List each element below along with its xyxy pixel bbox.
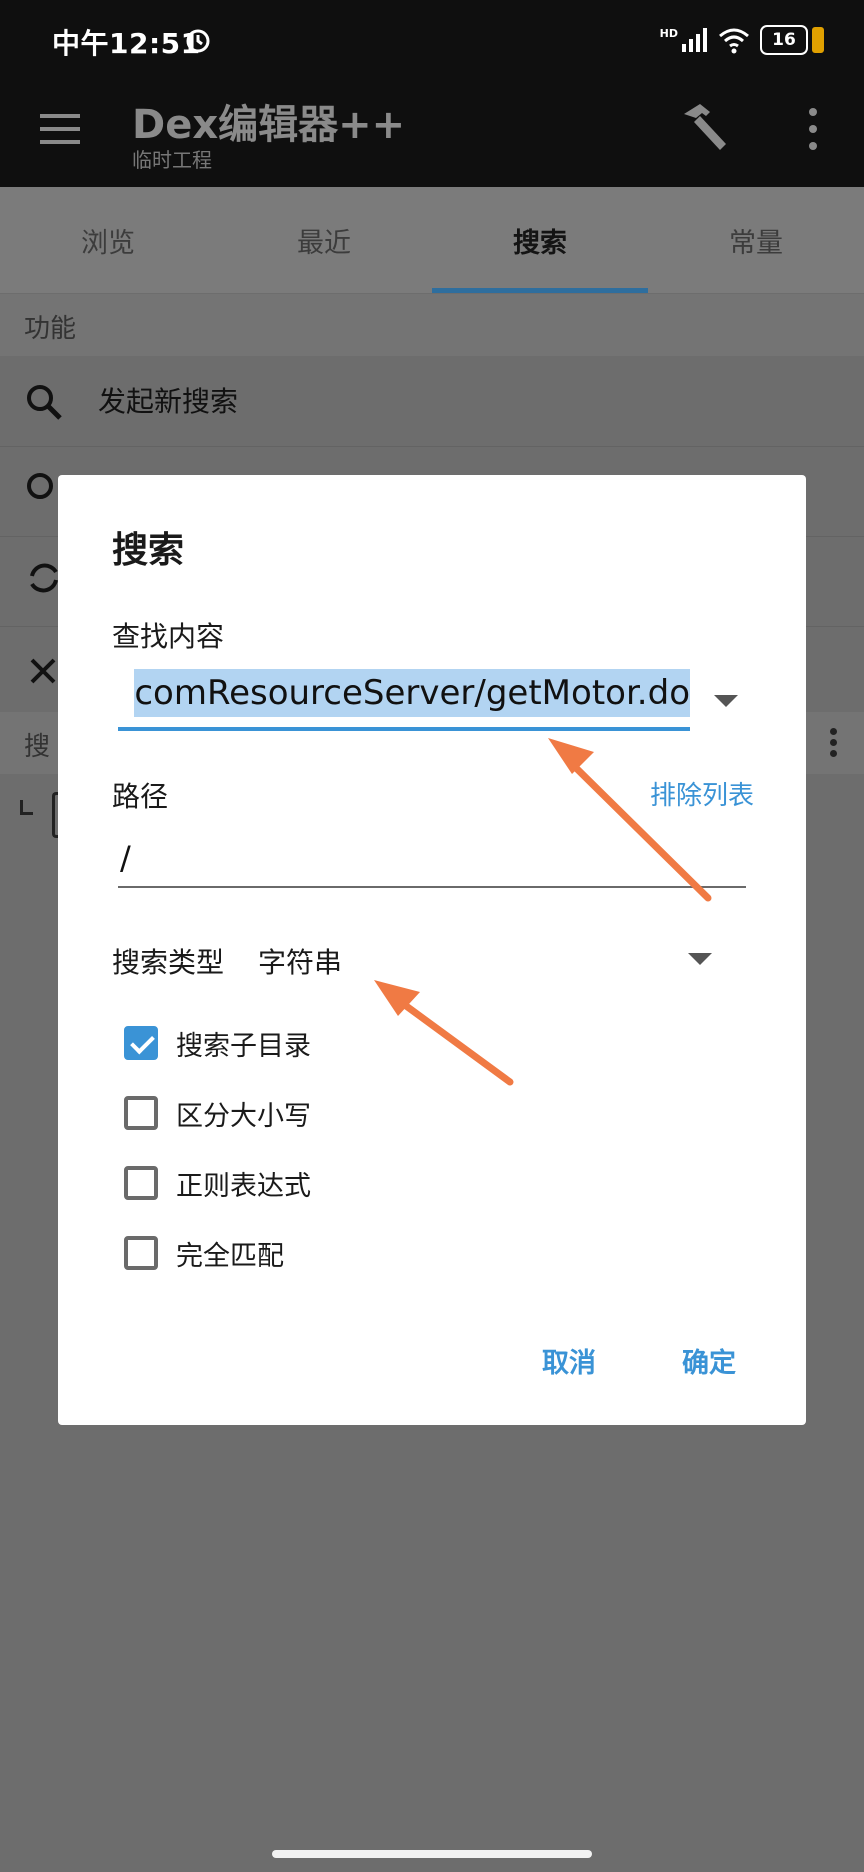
tree-expander-icon [20,800,33,815]
exclude-list-link[interactable]: 排除列表 [650,775,754,812]
hd-label: HD [659,26,678,40]
section-label: 功能 [24,314,77,344]
find-content-underline [118,727,690,731]
cancel-button[interactable]: 取消 [542,1341,596,1380]
option-regex-label: 正则表达式 [176,1170,311,1202]
ok-button[interactable]: 确定 [682,1341,736,1380]
app-bar: Dex编辑器++ 临时工程 [0,80,864,187]
find-content-label: 查找内容 [112,620,225,653]
find-content-value: comResourceServer/getMotor.do [134,669,690,717]
app-title: Dex编辑器++ [132,102,406,148]
find-content-input[interactable]: comResourceServer/getMotor.do [118,669,690,723]
checkbox-subdirs[interactable] [124,1026,158,1060]
path-label: 路径 [112,780,169,813]
status-icons: HD 16 [660,22,824,58]
option-subdirs-label: 搜索子目录 [176,1030,311,1062]
option-case-label: 区分大小写 [176,1100,311,1132]
option-exact-match[interactable]: 完全匹配 [124,1231,284,1275]
search-dialog: 搜索 查找内容 comResourceServer/getMotor.do 路径… [58,475,806,1425]
path-input[interactable] [118,830,746,888]
app-subtitle: 临时工程 [132,148,212,172]
option-exact-label: 完全匹配 [176,1240,284,1272]
new-search-label: 发起新搜索 [98,385,239,418]
checkbox-exact-match[interactable] [124,1236,158,1270]
option-subdirs[interactable]: 搜索子目录 [124,1021,311,1065]
search-type-select[interactable]: 字符串 [258,941,342,981]
new-search-row[interactable]: 发起新搜索 [0,356,864,447]
battery-icon: 16 [760,25,808,55]
status-bar: 中午12:51 HD 16 [0,0,864,80]
tab-constants[interactable]: 常量 [648,187,864,293]
tab-bar: 浏览 最近 搜索 常量 [0,187,864,293]
tab-search[interactable]: 搜索 [432,187,648,293]
search-icon [27,385,62,420]
history-dropdown-icon[interactable] [714,695,738,707]
tab-recent[interactable]: 最近 [216,187,432,293]
hammer-icon[interactable] [678,100,734,156]
alarm-icon [186,29,210,53]
tab-browse[interactable]: 浏览 [0,187,216,293]
chevron-down-icon[interactable] [688,953,712,965]
checkbox-case-sensitive[interactable] [124,1096,158,1130]
dialog-title: 搜索 [112,530,185,571]
menu-button[interactable] [38,106,84,152]
checkbox-regex[interactable] [124,1166,158,1200]
home-indicator[interactable] [272,1850,592,1858]
section-header-functions: 功能 [0,294,864,356]
battery-level: 16 [772,30,796,50]
search-type-label: 搜索类型 [112,946,225,979]
battery-tip [812,27,824,53]
option-case-sensitive[interactable]: 区分大小写 [124,1091,311,1135]
more-icon[interactable] [830,728,838,758]
more-icon [809,108,817,116]
signal-icon [682,28,707,52]
wifi-icon [719,28,749,54]
option-regex[interactable]: 正则表达式 [124,1161,311,1205]
overflow-menu-button[interactable] [804,106,820,152]
menu-icon [40,114,80,118]
section2-label: 搜 [24,732,51,762]
status-time: 中午12:51 [52,27,201,60]
